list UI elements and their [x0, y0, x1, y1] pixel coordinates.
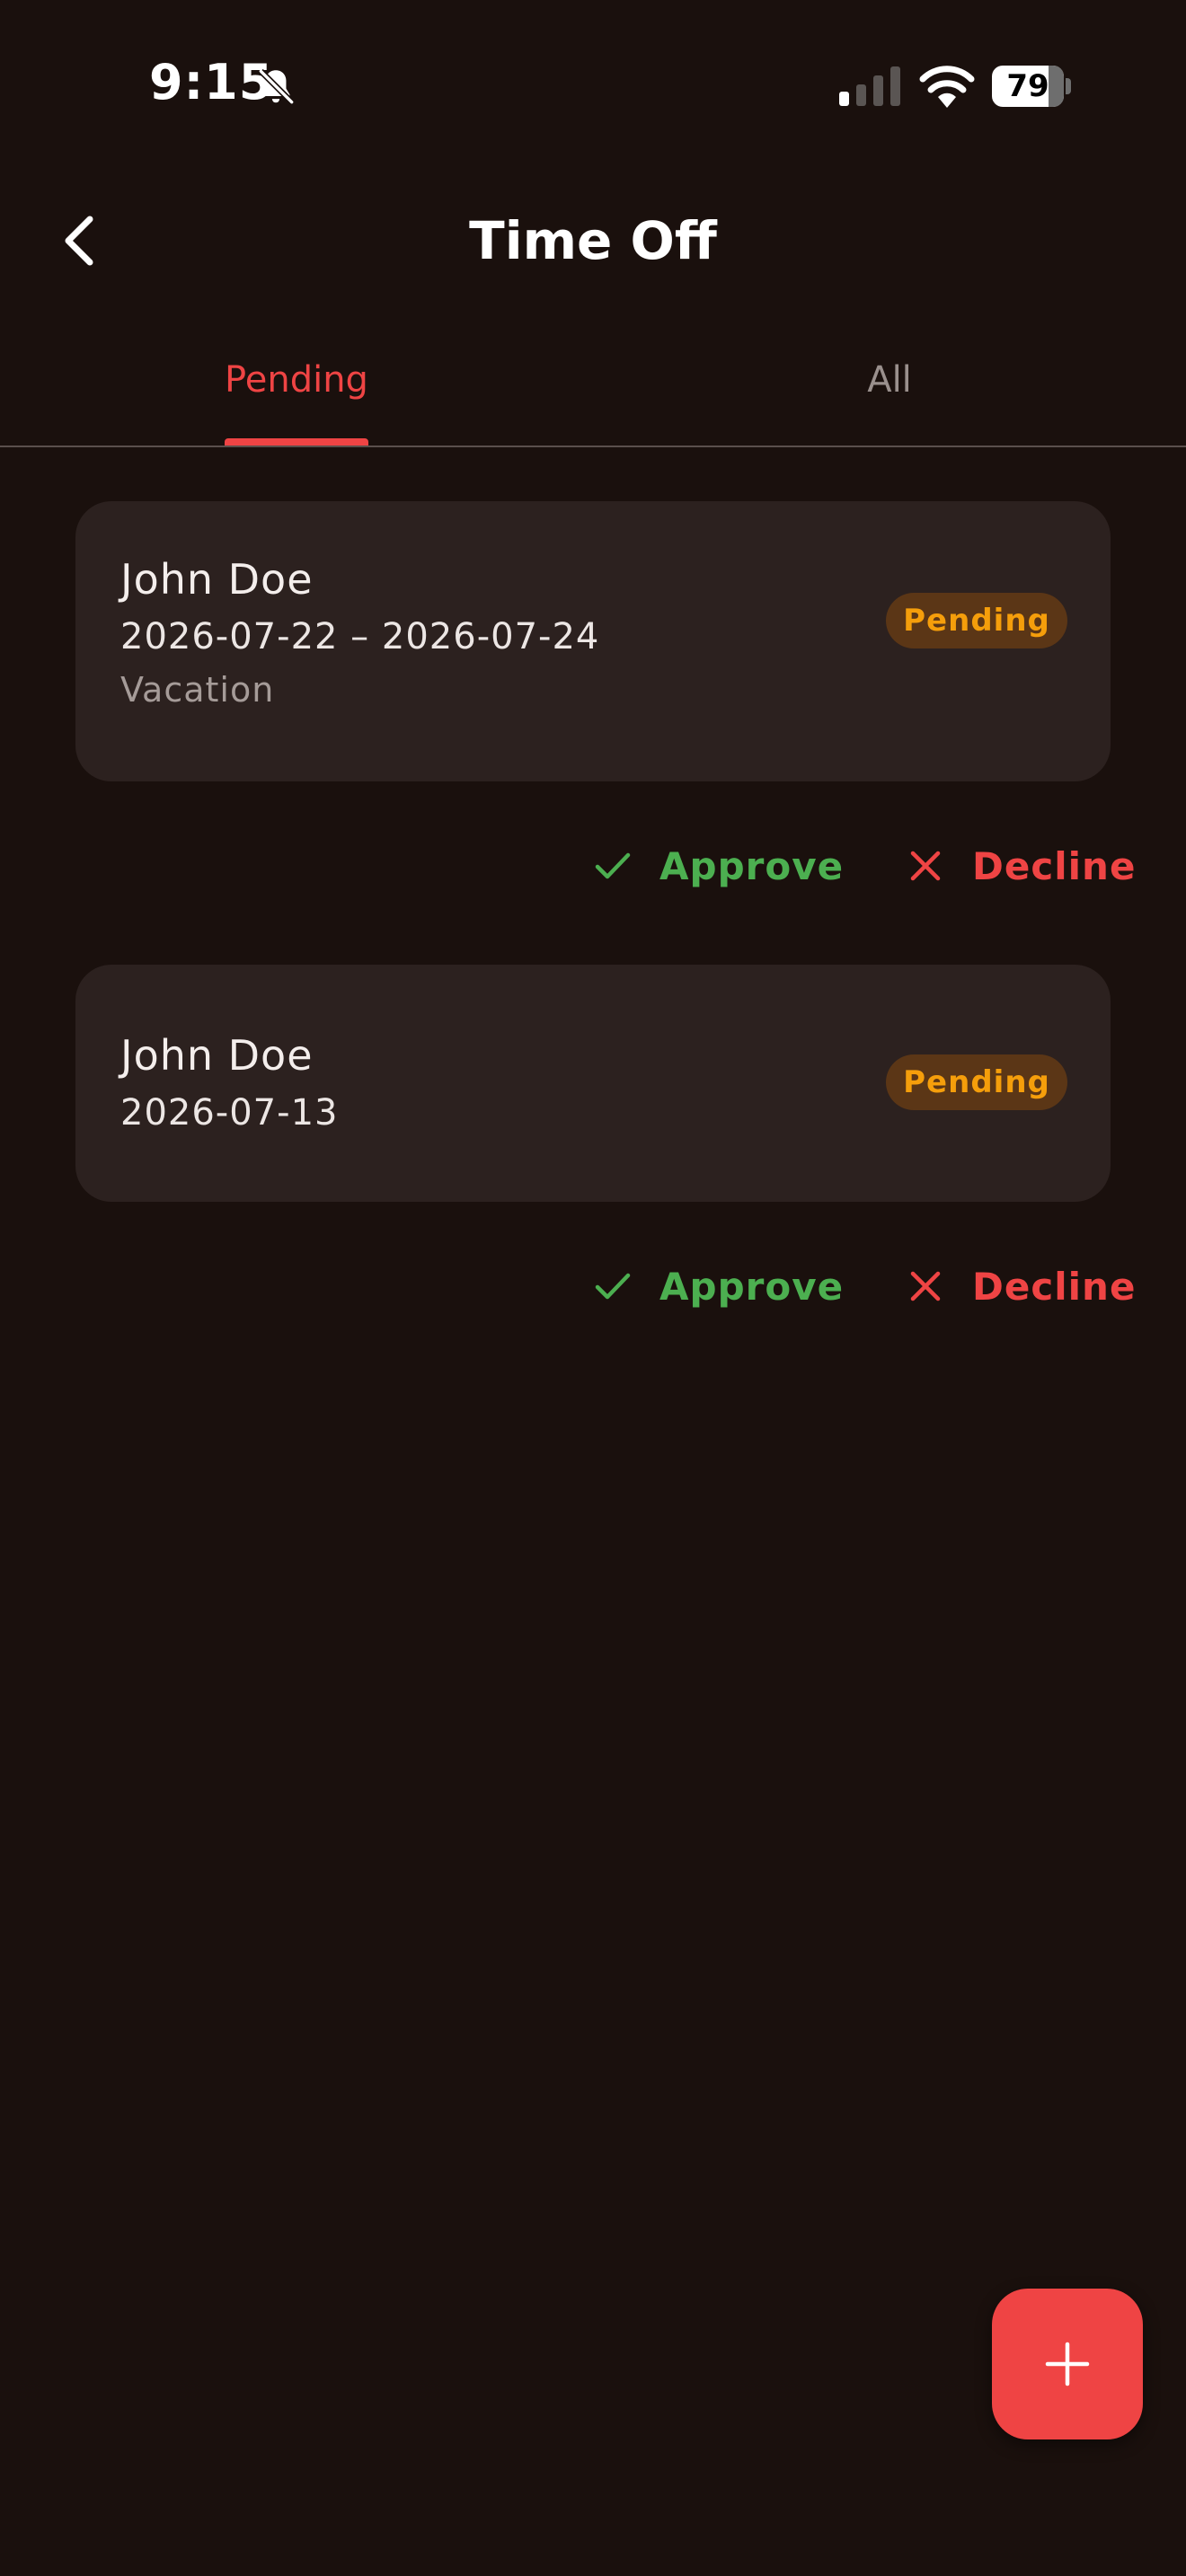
approve-label: Approve: [659, 843, 845, 888]
status-bar: 9:15 79: [0, 0, 1186, 171]
tab-all-label: All: [867, 359, 912, 401]
request-actions: Approve Decline: [0, 1250, 1135, 1322]
active-tab-indicator: [225, 438, 368, 446]
plus-icon: [1045, 2342, 1090, 2386]
time-off-request-card[interactable]: John Doe 2026-07-22 – 2026-07-24 Vacatio…: [75, 501, 1111, 781]
check-icon: [595, 852, 631, 879]
leave-type: Vacation: [120, 670, 275, 710]
tab-pending-label: Pending: [225, 359, 368, 401]
battery-body: 79: [992, 66, 1064, 107]
date-range: 2026-07-13: [120, 1092, 339, 1134]
signal-icon: [839, 66, 900, 106]
employee-name: John Doe: [120, 555, 314, 604]
tab-bar: Pending All: [0, 341, 1186, 447]
tab-all[interactable]: All: [593, 341, 1186, 446]
close-icon: [910, 1271, 941, 1301]
check-icon: [595, 1273, 631, 1300]
decline-label: Decline: [972, 843, 1137, 888]
battery-icon: 79: [992, 66, 1071, 107]
date-range: 2026-07-22 – 2026-07-24: [120, 616, 600, 657]
approve-button[interactable]: Approve: [593, 1250, 844, 1322]
status-badge: Pending: [886, 593, 1067, 648]
page-title: Time Off: [469, 210, 717, 271]
close-icon: [910, 851, 941, 881]
decline-label: Decline: [972, 1264, 1137, 1309]
tab-pending[interactable]: Pending: [0, 341, 593, 446]
tab-pending-label-wrap: Pending: [225, 341, 368, 446]
wifi-icon: [919, 66, 975, 108]
status-badge: Pending: [886, 1054, 1067, 1110]
add-request-button[interactable]: [992, 2289, 1143, 2439]
decline-button[interactable]: Decline: [906, 1250, 1136, 1322]
decline-button[interactable]: Decline: [906, 830, 1136, 902]
employee-name: John Doe: [120, 1031, 314, 1080]
approve-label: Approve: [659, 1264, 845, 1309]
time-off-request-card[interactable]: John Doe 2026-07-13 Pending: [75, 965, 1111, 1202]
bell-off-icon: [258, 68, 295, 105]
battery-level: 79: [1006, 68, 1049, 104]
battery-cap: [1066, 78, 1071, 94]
request-actions: Approve Decline: [0, 830, 1135, 902]
approve-button[interactable]: Approve: [593, 830, 844, 902]
